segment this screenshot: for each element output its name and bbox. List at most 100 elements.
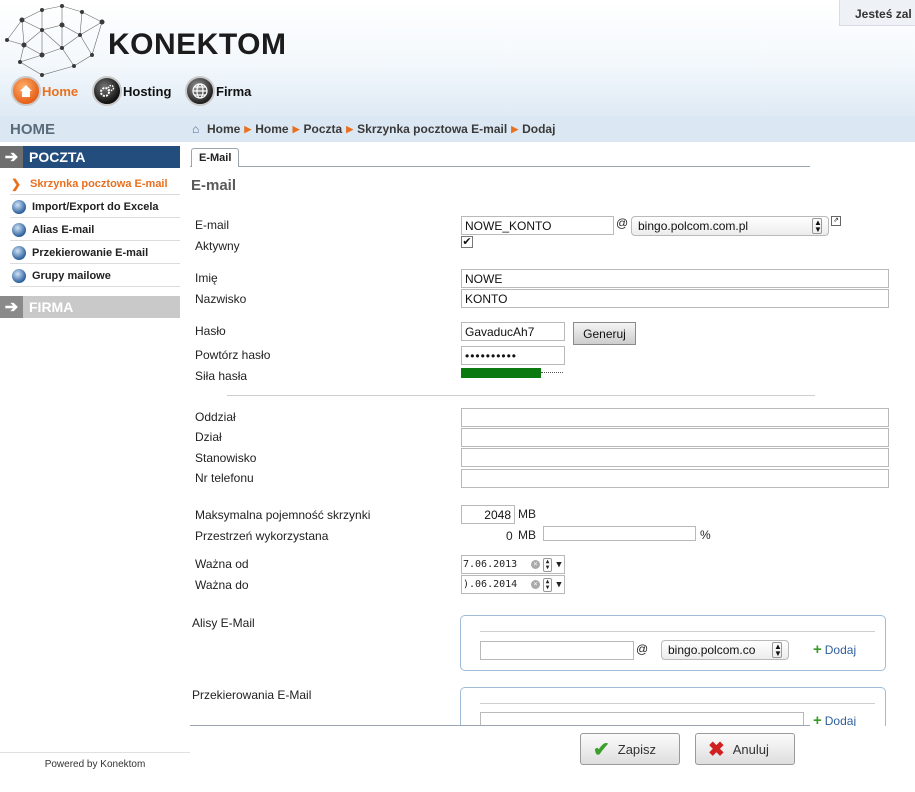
last-name-field[interactable]	[461, 289, 889, 308]
max-capacity-field[interactable]	[461, 505, 515, 524]
sidebar-item-import-export[interactable]: Import/Export do Excela	[10, 196, 180, 218]
active-checkbox[interactable]: ✔	[461, 236, 473, 248]
tab-email[interactable]: E-Mail	[191, 148, 240, 167]
clear-icon[interactable]: ×	[531, 560, 540, 569]
gears-icon	[92, 76, 122, 106]
breadcrumb-arrow-icon: ▶	[244, 123, 252, 134]
plus-icon: +	[813, 641, 822, 658]
arrow-right-icon: ➔	[0, 296, 23, 318]
divider	[0, 752, 190, 753]
redirects-label: Przekierowania E-Mail	[192, 688, 312, 702]
active-label: Aktywny	[195, 239, 240, 253]
generate-password-button[interactable]: Generuj	[573, 322, 636, 345]
sidebar-section-poczta-label: POCZTA	[23, 146, 180, 168]
at-sign: @	[636, 642, 649, 656]
breadcrumb-item[interactable]: Poczta	[304, 122, 343, 136]
divider	[480, 631, 875, 632]
add-alias-link[interactable]: + Dodaj	[813, 641, 856, 658]
breadcrumb-item[interactable]: Home	[255, 122, 288, 136]
valid-to-label: Ważna do	[195, 578, 249, 592]
breadcrumb-arrow-icon: ▶	[346, 123, 354, 134]
breadcrumb-item[interactable]: Home	[207, 122, 240, 136]
footer-divider	[190, 725, 810, 726]
last-name-label: Nazwisko	[195, 292, 247, 306]
user-status: Jesteś zal	[839, 0, 915, 26]
close-icon: ✖	[708, 738, 725, 761]
strength-label: Siła hasła	[195, 369, 248, 383]
divider	[227, 395, 815, 396]
sidebar-item-label: Przekierowanie E-mail	[32, 246, 149, 259]
valid-to-date[interactable]: ).06.2014 × ▲ ▼ ▼	[461, 575, 565, 594]
bullet-icon	[12, 245, 26, 260]
page-title: E-mail	[191, 177, 237, 194]
breadcrumb-arrow-icon: ▶	[511, 123, 519, 134]
used-space-bar	[543, 526, 696, 541]
external-link-icon[interactable]: ⇗	[831, 216, 841, 226]
department-label: Dział	[195, 430, 222, 444]
arrow-right-icon: ➔	[0, 146, 23, 168]
phone-field[interactable]	[461, 469, 889, 488]
breadcrumb-item[interactable]: Skrzynka pocztowa E-mail	[357, 122, 507, 136]
stepper-icon[interactable]: ▲ ▼	[543, 557, 552, 572]
email-field[interactable]	[461, 216, 614, 235]
add-alias-label: Dodaj	[824, 642, 857, 657]
home-icon	[11, 76, 41, 106]
header: KONEKTOM Jesteś zal Home Hosting Firma	[0, 0, 915, 116]
password-field[interactable]	[461, 322, 565, 341]
password-label: Hasło	[195, 324, 226, 338]
alias-input[interactable]	[480, 641, 634, 660]
branch-label: Oddział	[195, 410, 236, 424]
save-button[interactable]: ✔ Zapisz	[580, 733, 680, 765]
position-field[interactable]	[461, 448, 889, 467]
topnav-hosting[interactable]: Hosting	[92, 75, 171, 107]
topnav-firma[interactable]: Firma	[185, 75, 251, 107]
topnav-firma-label: Firma	[216, 83, 252, 99]
sidebar-item-label: Alias E-mail	[32, 223, 95, 236]
breadcrumb-item-current: Dodaj	[522, 122, 556, 136]
position-label: Stanowisko	[195, 451, 257, 465]
dropdown-icon[interactable]: ▼	[554, 580, 564, 590]
sidebar-section-firma[interactable]: ➔ FIRMA	[0, 296, 180, 318]
stepper-icon[interactable]: ▲ ▼	[543, 577, 552, 592]
powered-by: Powered by Konektom	[44, 759, 146, 770]
department-field[interactable]	[461, 428, 889, 447]
clear-icon[interactable]: ×	[531, 580, 540, 589]
max-capacity-label: Maksymalna pojemność skrzynki	[195, 508, 371, 522]
sidebar-section-poczta[interactable]: ➔ POCZTA	[0, 146, 180, 168]
branch-field[interactable]	[461, 408, 889, 427]
checkmark-icon: ✔	[593, 738, 610, 761]
globe-icon	[185, 76, 215, 106]
sidebar-item-grupy[interactable]: Grupy mailowe	[10, 265, 180, 287]
valid-from-value: 7.06.2013	[463, 559, 518, 570]
sidebar-home[interactable]: HOME	[0, 116, 190, 142]
valid-to-value: ).06.2014	[463, 579, 518, 590]
alias-domain-select[interactable]: bingo.polcom.co ▲ ▼	[661, 640, 789, 660]
sidebar-item-skrzynka[interactable]: ❯ Skrzynka pocztowa E-mail	[10, 173, 180, 195]
tab-divider	[190, 166, 810, 167]
cancel-label: Anuluj	[732, 741, 769, 757]
alias-domain-value: bingo.polcom.co	[668, 643, 756, 657]
divider	[480, 703, 875, 704]
phone-label: Nr telefonu	[195, 471, 254, 485]
breadcrumb: ⌂ Home ▶ Home ▶ Poczta ▶ Skrzynka poczto…	[190, 116, 915, 142]
first-name-field[interactable]	[461, 269, 889, 288]
domain-select[interactable]: bingo.polcom.com.pl ▲ ▼	[631, 216, 829, 236]
footer-bar	[190, 726, 915, 792]
bullet-icon	[12, 199, 26, 214]
topnav-hosting-label: Hosting	[123, 83, 172, 99]
email-label: E-mail	[195, 218, 230, 232]
sidebar-item-przekierowanie[interactable]: Przekierowanie E-mail	[10, 242, 180, 264]
home-small-icon: ⌂	[192, 121, 200, 136]
at-sign: @	[616, 216, 629, 230]
logo-text: KONEKTOM	[108, 28, 287, 61]
dropdown-icon[interactable]: ▼	[554, 560, 564, 570]
topnav-home[interactable]: Home	[11, 75, 78, 107]
mb-unit: MB	[518, 507, 536, 521]
valid-from-date[interactable]: 7.06.2013 × ▲ ▼ ▼	[461, 555, 565, 574]
sidebar-item-label: Grupy mailowe	[32, 269, 111, 282]
first-name-label: Imię	[195, 271, 218, 285]
repeat-password-field[interactable]	[461, 346, 565, 365]
sidebar-item-alias[interactable]: Alias E-mail	[10, 219, 180, 241]
cancel-button[interactable]: ✖ Anuluj	[695, 733, 795, 765]
used-space-value: 0	[506, 529, 513, 543]
